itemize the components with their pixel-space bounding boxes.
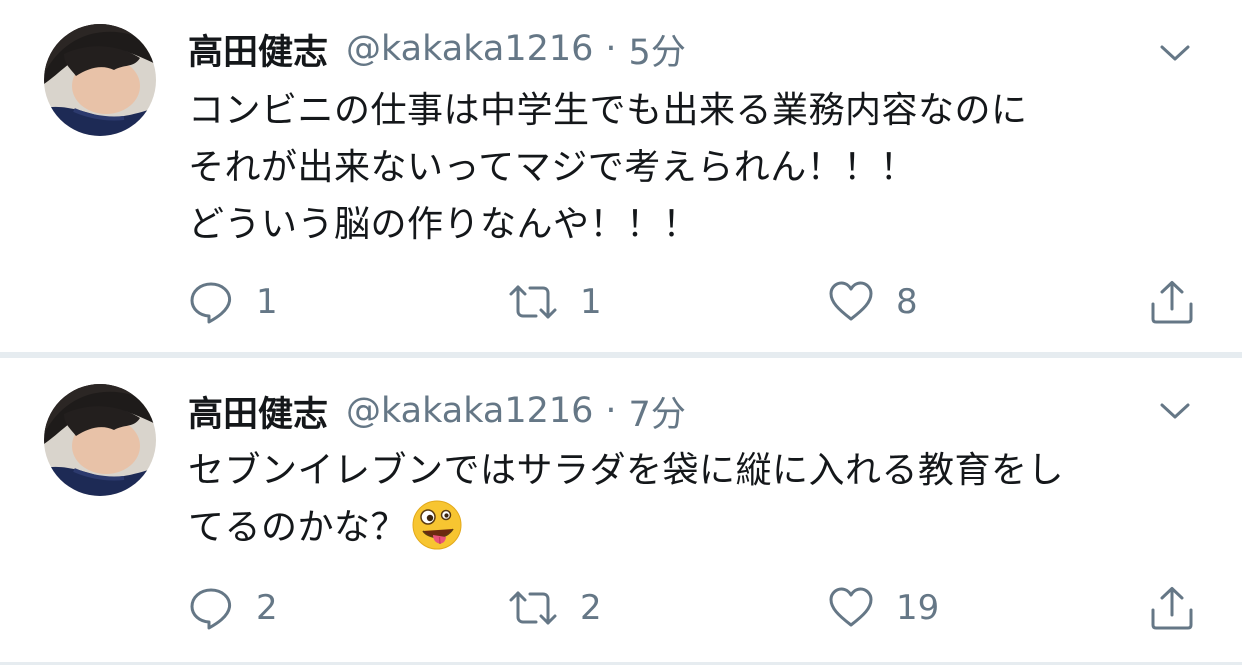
heart-icon bbox=[828, 279, 874, 325]
tweet-text-fragment: てるのかな？ bbox=[188, 507, 408, 548]
reply-count: 2 bbox=[256, 588, 278, 628]
heart-icon bbox=[828, 585, 874, 631]
tweet[interactable]: 高田健志 @kakaka1216 · 5分 コンビニの仕事は中学生でも出来る業務… bbox=[0, 0, 1242, 352]
timestamp[interactable]: 7分 bbox=[629, 386, 686, 437]
tweet-text-line: どういう脳の作りなんや！！！ bbox=[188, 204, 700, 245]
chevron-down-icon[interactable] bbox=[1158, 394, 1192, 428]
share-button[interactable] bbox=[1148, 578, 1196, 638]
zany-face-emoji bbox=[411, 499, 463, 551]
author-name[interactable]: 高田健志 bbox=[188, 386, 328, 437]
like-count: 19 bbox=[896, 588, 940, 628]
retweet-count: 2 bbox=[580, 588, 602, 628]
reply-icon bbox=[188, 585, 234, 631]
author-name[interactable]: 高田健志 bbox=[188, 24, 328, 75]
separator-dot: · bbox=[605, 29, 617, 69]
tweet-text-line: セブンイレブンではサラダを袋に縦に入れる教育をし bbox=[188, 450, 1065, 491]
reply-count: 1 bbox=[256, 282, 278, 322]
like-button[interactable]: 19 bbox=[828, 578, 939, 638]
avatar[interactable] bbox=[44, 24, 156, 136]
tweet-text-line-with-emoji: てるのかな？ bbox=[188, 499, 1064, 556]
timestamp[interactable]: 5分 bbox=[629, 24, 686, 75]
share-icon bbox=[1148, 585, 1196, 631]
avatar[interactable] bbox=[44, 384, 156, 496]
reply-button[interactable]: 2 bbox=[188, 578, 278, 638]
reply-button[interactable]: 1 bbox=[188, 272, 278, 332]
retweet-button[interactable]: 1 bbox=[508, 272, 602, 332]
tweet-actions: 1 1 8 bbox=[0, 272, 1242, 332]
author-handle[interactable]: @kakaka1216 bbox=[346, 29, 593, 69]
retweet-icon bbox=[508, 585, 558, 631]
retweet-button[interactable]: 2 bbox=[508, 578, 602, 638]
retweet-icon bbox=[508, 279, 558, 325]
share-icon bbox=[1148, 279, 1196, 325]
tweet-header: 高田健志 @kakaka1216 · 5分 bbox=[188, 24, 686, 74]
share-button[interactable] bbox=[1148, 272, 1196, 332]
author-handle[interactable]: @kakaka1216 bbox=[346, 391, 593, 431]
tweet-text: セブンイレブンではサラダを袋に縦に入れる教育をし てるのかな？ bbox=[188, 442, 1064, 556]
chevron-down-icon[interactable] bbox=[1158, 36, 1192, 70]
tweet-text-line: コンビニの仕事は中学生でも出来る業務内容なのに bbox=[188, 90, 1028, 131]
tweet-text: コンビニの仕事は中学生でも出来る業務内容なのに それが出来ないってマジで考えられ… bbox=[188, 82, 1028, 253]
tweet[interactable]: 高田健志 @kakaka1216 · 7分 セブンイレブンではサラダを袋に縦に入… bbox=[0, 358, 1242, 662]
reply-icon bbox=[188, 279, 234, 325]
timeline: 高田健志 @kakaka1216 · 5分 コンビニの仕事は中学生でも出来る業務… bbox=[0, 0, 1242, 665]
like-button[interactable]: 8 bbox=[828, 272, 918, 332]
like-count: 8 bbox=[896, 282, 918, 322]
retweet-count: 1 bbox=[580, 282, 602, 322]
tweet-actions: 2 2 19 bbox=[0, 578, 1242, 638]
tweet-header: 高田健志 @kakaka1216 · 7分 bbox=[188, 386, 686, 436]
tweet-text-line: それが出来ないってマジで考えられん！！！ bbox=[188, 147, 917, 188]
separator-dot: · bbox=[605, 391, 617, 431]
